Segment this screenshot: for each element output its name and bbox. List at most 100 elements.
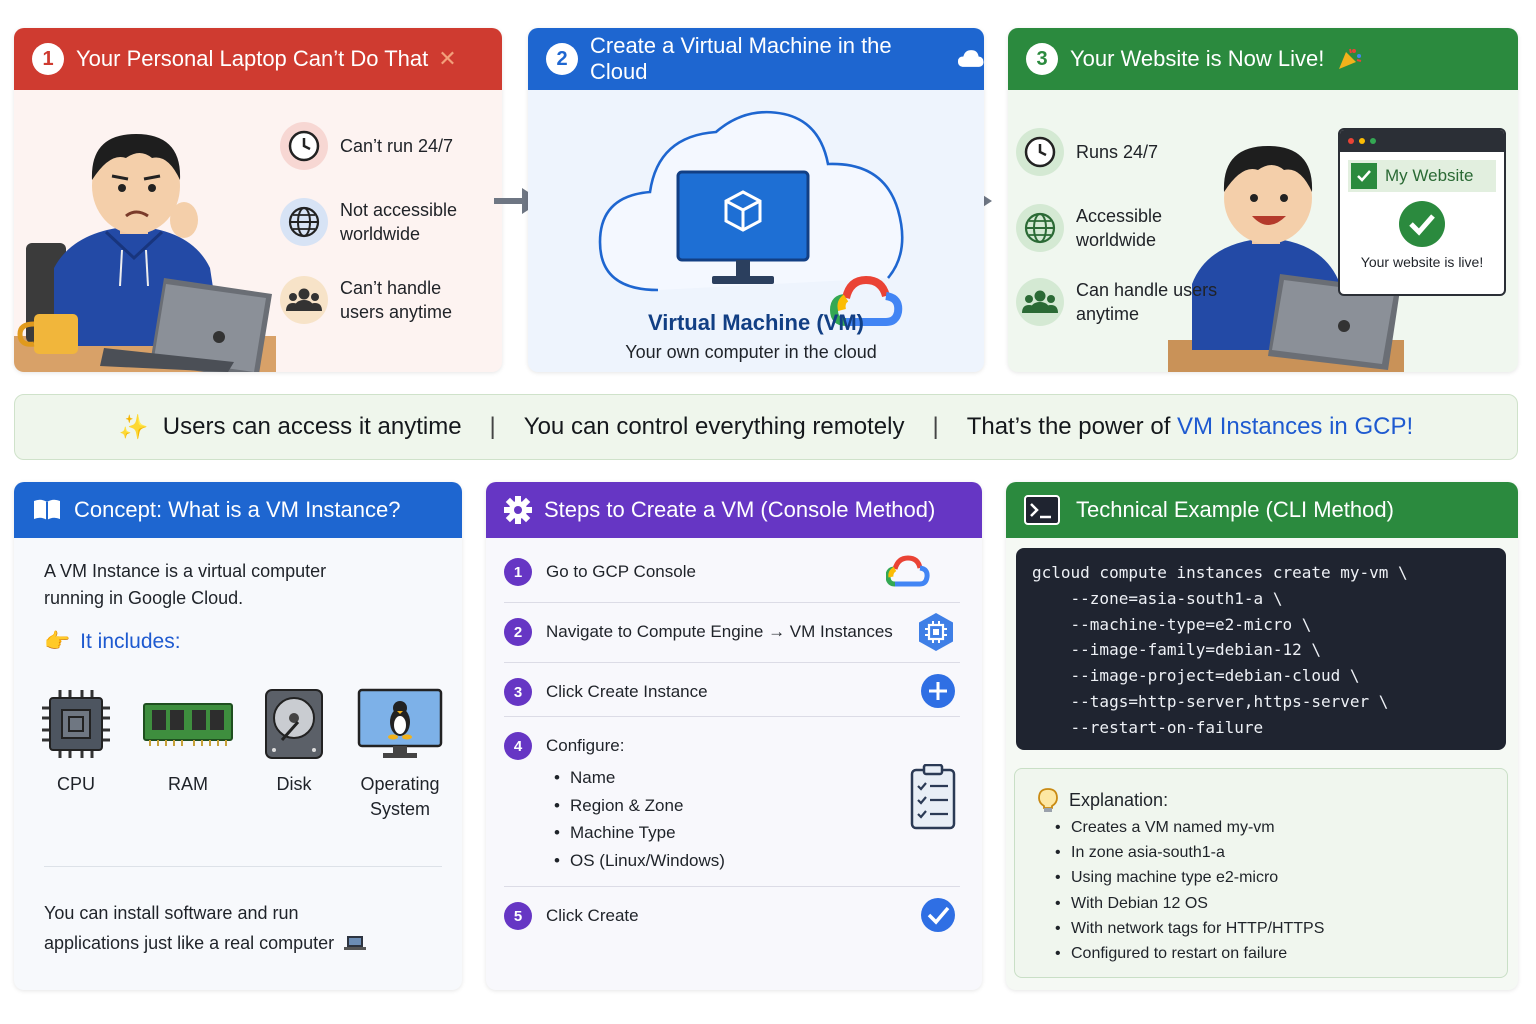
step-text: Go to GCP Console: [546, 562, 696, 581]
clock-icon: [1016, 128, 1064, 176]
code-line: --zone=asia-south1-a \: [1032, 588, 1283, 608]
code-line: --restart-on-failure: [1032, 717, 1264, 737]
globe-icon: [1016, 204, 1064, 252]
code-line: --machine-type=e2-micro \: [1032, 614, 1312, 634]
step-text: Click Create: [546, 906, 639, 925]
hardware-ram: RAM: [138, 688, 238, 797]
panel-create-vm: 2 Create a Virtual Machine in the Cloud …: [528, 28, 984, 372]
feature-line: Can’t handle: [340, 278, 442, 298]
website-status: Your website is live!: [1360, 254, 1484, 270]
includes-label: It includes:: [80, 630, 181, 653]
banner-part-1: Users can access it anytime: [162, 413, 462, 440]
panel-cli-example: Technical Example (CLI Method) gcloud co…: [1006, 482, 1518, 990]
step-number-badge: 1: [32, 43, 64, 75]
summary-banner: ✨ Users can access it anytime | You can …: [14, 394, 1518, 460]
explanation-item: Configured to restart on failure: [1055, 941, 1324, 966]
panel-header: Technical Example (CLI Method): [1006, 482, 1518, 538]
cpu-icon: [42, 690, 110, 758]
step-number: 2: [504, 618, 532, 646]
hardware-cpu: CPU: [26, 688, 126, 797]
divider: [44, 866, 442, 867]
panel-title: Your Website is Now Live!: [1070, 46, 1325, 71]
step-text: Configure:: [546, 736, 625, 755]
includes-heading: 👉 It includes:: [44, 630, 181, 654]
panel-header: Concept: What is a VM Instance?: [14, 482, 462, 538]
footer-line: You can install software and run: [44, 903, 299, 923]
explanation-item: With Debian 12 OS: [1055, 891, 1324, 916]
hardware-disk: Disk: [244, 688, 344, 797]
panel-title: Create a Virtual Machine in the Cloud: [590, 33, 892, 84]
code-line: --image-family=debian-12 \: [1032, 640, 1321, 660]
panel-title: Technical Example (CLI Method): [1076, 497, 1394, 522]
panel-title: Concept: What is a VM Instance?: [74, 497, 401, 522]
terminal-icon: [1024, 495, 1060, 525]
hardware-label: CPU: [56, 774, 95, 794]
panel-header: 2 Create a Virtual Machine in the Cloud: [528, 28, 984, 90]
intro-line: running in Google Cloud.: [44, 588, 244, 608]
explanation-box: Explanation: Creates a VM named my-vm In…: [1014, 768, 1508, 978]
hardware-label: Disk: [276, 774, 312, 794]
feature-accessible: Accessible worldwide: [1016, 204, 1162, 252]
checklist-icon: [910, 764, 956, 830]
divider: |: [932, 413, 939, 440]
window-dot-icon: [1370, 138, 1376, 144]
intro-line: A VM Instance is a virtual computer: [44, 561, 327, 581]
plus-icon: [921, 674, 955, 708]
explanation-heading: Explanation:: [1037, 787, 1168, 813]
users-icon: [1016, 278, 1064, 326]
step-number-badge: 3: [1026, 43, 1058, 75]
feature-line: Not accessible: [340, 200, 458, 220]
panel-header: 1 Your Personal Laptop Can’t Do That ✕: [14, 28, 502, 90]
gear-icon: [504, 496, 532, 524]
divider: [504, 716, 960, 717]
check-circle-icon: [1340, 200, 1504, 248]
hardware-label: RAM: [168, 774, 208, 794]
linux-monitor-icon: [357, 688, 443, 758]
divider: [504, 886, 960, 887]
panel-website-live: 3 Your Website is Now Live! Runs 24/7 Ac…: [1008, 28, 1518, 372]
explanation-item: In zone asia-south1-a: [1055, 840, 1324, 865]
open-book-icon: [34, 499, 60, 520]
feature-line: users anytime: [340, 302, 453, 322]
feature-cant-run-247: Can’t run 24/7: [280, 122, 453, 170]
code-line: gcloud compute instances create my-vm \: [1032, 563, 1408, 582]
pointing-hand-icon: 👉: [44, 630, 71, 653]
explanation-item: With network tags for HTTP/HTTPS: [1055, 916, 1324, 941]
panel-console-steps: Steps to Create a VM (Console Method) 1 …: [486, 482, 982, 990]
google-cloud-icon: [886, 555, 930, 587]
step-text: Navigate to Compute Engine → VM Instance…: [546, 622, 893, 641]
feature-line: Runs 24/7: [1076, 142, 1159, 162]
browser-window: My Website Your website is live!: [1338, 128, 1506, 296]
ram-icon: [143, 703, 233, 746]
panel-header: Steps to Create a VM (Console Method): [486, 482, 982, 538]
hardware-os: Operating System: [350, 688, 450, 822]
hardware-label: System: [369, 799, 430, 819]
explanation-item: Creates a VM named my-vm: [1055, 815, 1324, 840]
feature-line: worldwide: [1076, 230, 1157, 250]
cross-mark-icon: ✕: [438, 46, 457, 71]
clock-icon: [280, 122, 328, 170]
website-title-bar: My Website: [1348, 160, 1496, 192]
banner-highlight: VM Instances in GCP!: [1177, 413, 1414, 440]
checkbox-icon: [1351, 163, 1377, 189]
divider: [504, 602, 960, 603]
concept-footer: You can install software and run applica…: [44, 898, 367, 958]
sparkle-icon: ✨: [118, 413, 149, 441]
config-item: Machine Type: [546, 819, 725, 847]
vm-subtitle: Your own computer in the cloud: [625, 342, 877, 362]
step-item: 2 Navigate to Compute Engine → VM Instan…: [504, 618, 960, 646]
step-number-badge: 2: [546, 43, 578, 75]
window-dot-icon: [1348, 138, 1354, 144]
website-title: My Website: [1385, 166, 1474, 185]
feature-line: worldwide: [340, 224, 421, 244]
disk-icon: [265, 689, 323, 759]
feature-line: Accessible: [1076, 206, 1163, 226]
explanation-title: Explanation:: [1069, 789, 1169, 810]
laptop-icon: [344, 936, 367, 950]
step-item: 4 Configure: Name Region & Zone Machine …: [504, 732, 960, 874]
config-item: Region & Zone: [546, 792, 725, 820]
hardware-label: Operating: [360, 774, 440, 794]
divider: |: [489, 413, 496, 440]
step-text: Click Create Instance: [546, 682, 708, 701]
feature-line: anytime: [1076, 304, 1140, 324]
